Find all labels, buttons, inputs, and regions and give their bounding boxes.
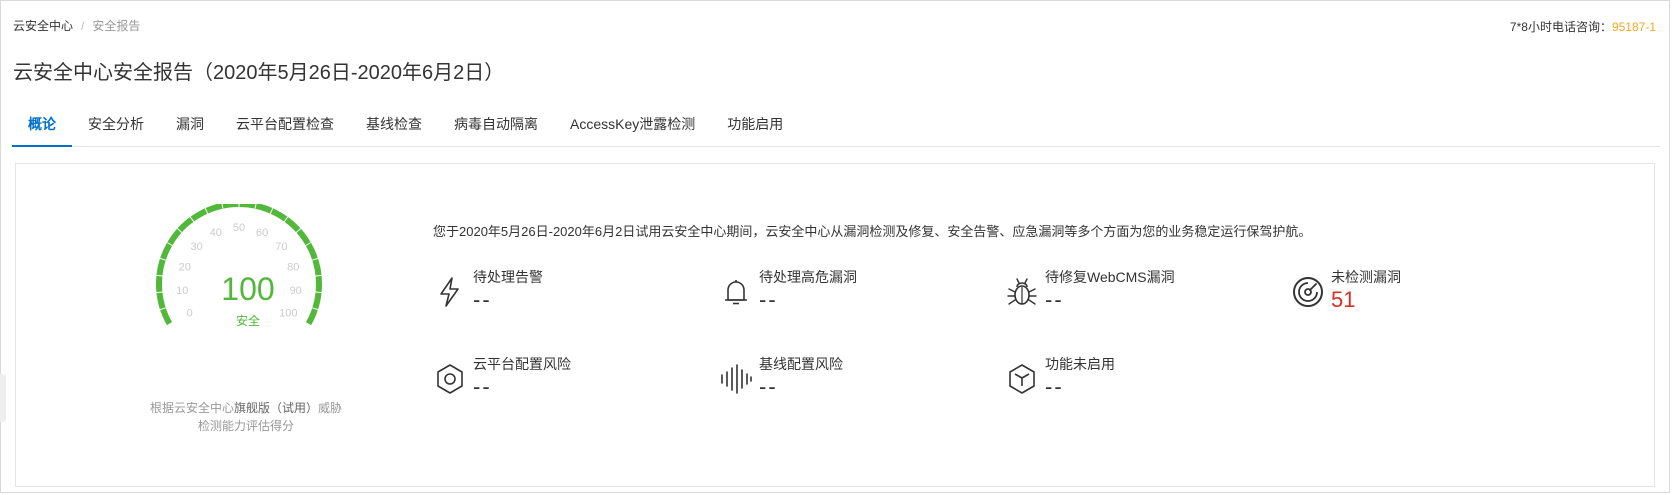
metric-label: 待处理告警 <box>473 269 543 285</box>
breadcrumb-separator: / <box>81 18 85 33</box>
overview-panel: 0 10 20 30 40 50 60 70 80 90 100 100 安全 根据云安全中心旗舰版… <box>15 163 1655 487</box>
gauge-tick-label: 100 <box>279 308 297 320</box>
gauge-tick-mark <box>156 274 163 277</box>
gauge-tick-label: 20 <box>179 261 191 273</box>
metric-pending-alerts[interactable]: 待处理告警 -- <box>433 267 673 317</box>
score-gauge: 010203040 50 60708090100 100 安全 <box>156 204 322 328</box>
gauge-tick-mark <box>156 291 163 294</box>
metric-label: 功能未启用 <box>1045 356 1115 372</box>
gauge-tick-label: 10 <box>176 285 188 297</box>
tab-bar: 概论 安全分析 漏洞 云平台配置检查 基线检查 病毒自动隔离 AccessKey… <box>12 104 1660 147</box>
metric-label: 未检测漏洞 <box>1331 269 1401 285</box>
gauge-tick-label: 0 <box>187 308 193 320</box>
phone-number[interactable]: 95187-1 <box>1612 20 1656 34</box>
gauge-caption-edition: 旗舰版（试用） <box>233 401 318 415</box>
metric-value: -- <box>473 374 492 399</box>
tab-virus-quarantine[interactable]: 病毒自动隔离 <box>438 104 554 146</box>
lightning-icon <box>440 277 459 307</box>
gauge-status: 安全 <box>236 313 260 328</box>
breadcrumb-home[interactable]: 云安全中心 <box>13 17 73 34</box>
metric-value: -- <box>1045 287 1064 312</box>
gauge-caption-pre: 根据云安全中心 <box>149 401 234 415</box>
tab-vulnerabilities[interactable]: 漏洞 <box>160 104 220 146</box>
tab-accesskey-leak[interactable]: AccessKey泄露检测 <box>554 104 711 146</box>
cube-icon <box>1009 364 1035 394</box>
metric-value: 51 <box>1331 287 1356 312</box>
gauge-caption-line2: 检测能力评估得分 <box>197 419 294 433</box>
gauge-tick-label: 80 <box>287 261 299 273</box>
tab-feature-enable[interactable]: 功能启用 <box>711 104 799 146</box>
metric-label: 基线配置风险 <box>759 356 843 372</box>
gauge-tick-label: 40 <box>210 227 222 239</box>
metric-webcms-vulns[interactable]: 待修复WebCMS漏洞 -- <box>1005 267 1245 317</box>
breadcrumb-current: 安全报告 <box>92 19 141 33</box>
metric-label: 待处理高危漏洞 <box>759 269 857 285</box>
side-collapse-handle[interactable] <box>0 374 6 422</box>
gauge-tick-label: 90 <box>290 285 302 297</box>
tab-baseline-check[interactable]: 基线检查 <box>350 104 438 146</box>
metric-pending-high-vulns[interactable]: 待处理高危漏洞 -- <box>719 267 959 317</box>
metric-undetected-vulns[interactable]: 未检测漏洞 51 <box>1291 267 1531 317</box>
gauge-tick-label: 50 <box>233 222 245 234</box>
phone-label: 7*8小时电话咨询： <box>1509 20 1612 34</box>
metric-value: -- <box>759 374 778 399</box>
tab-overview[interactable]: 概论 <box>12 104 72 147</box>
bug-icon <box>1007 278 1037 305</box>
gauge-caption: 根据云安全中心旗舰版（试用）威胁 检测能力评估得分 <box>131 399 361 435</box>
gauge-tick-label: 30 <box>191 241 203 253</box>
soundwave-icon <box>721 364 752 394</box>
metric-baseline-config-risk[interactable]: 基线配置风险 -- <box>719 354 959 404</box>
metric-value: -- <box>473 287 492 312</box>
gauge-caption-post: 威胁 <box>318 401 343 415</box>
metric-value: -- <box>759 287 778 312</box>
radar-icon <box>1293 277 1323 307</box>
summary-text: 您于2020年5月26日-2020年6月2日试用云安全中心期间，云安全中心从漏洞… <box>433 224 1312 239</box>
metric-label: 云平台配置风险 <box>473 356 571 372</box>
phone-consult: 7*8小时电话咨询：95187-1 <box>1510 18 1656 35</box>
page-title: 云安全中心安全报告（2020年5月26日-2020年6月2日） <box>13 62 505 84</box>
hexagon-nut-icon <box>437 364 463 394</box>
metric-value: -- <box>1045 374 1064 399</box>
gauge-tick-mark <box>315 291 322 294</box>
metric-feature-disabled[interactable]: 功能未启用 -- <box>1005 354 1245 404</box>
tab-security-analysis[interactable]: 安全分析 <box>72 104 160 146</box>
bell-icon <box>725 280 747 305</box>
gauge-tick-label: 70 <box>275 241 287 253</box>
metric-cloud-config-risk[interactable]: 云平台配置风险 -- <box>433 354 673 404</box>
gauge-tick-label: 60 <box>256 227 268 239</box>
tab-cloud-config-check[interactable]: 云平台配置检查 <box>220 104 350 146</box>
breadcrumb: 云安全中心 / 安全报告 <box>13 17 140 34</box>
gauge-tick-mark <box>315 274 322 277</box>
gauge-score: 100 <box>221 271 274 307</box>
metric-label: 待修复WebCMS漏洞 <box>1045 269 1175 285</box>
